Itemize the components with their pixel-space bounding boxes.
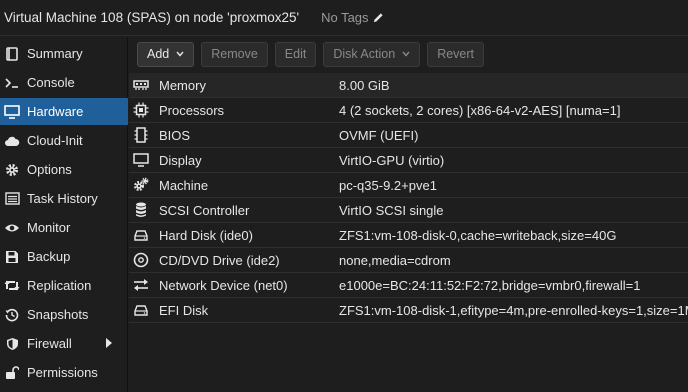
chevron-down-icon	[402, 50, 410, 58]
desktop-icon	[132, 151, 150, 169]
hardware-value: pc-q35-9.2+pve1	[339, 177, 437, 193]
hardware-name: Processors	[159, 102, 225, 118]
hdd-icon	[132, 226, 150, 244]
shield-icon	[3, 335, 21, 353]
database-icon	[132, 201, 150, 219]
hdd-icon	[132, 301, 150, 319]
tags-label: No Tags	[321, 10, 369, 25]
sidebar-item-snapshots[interactable]: Snapshots	[0, 301, 128, 328]
sidebar-item-label: Backup	[27, 249, 71, 264]
hardware-name: EFI Disk	[159, 302, 209, 318]
sidebar-item-firewall[interactable]: Firewall	[0, 330, 128, 357]
hardware-row-scsi-controller[interactable]: SCSI Controller VirtIO SCSI single	[129, 198, 688, 223]
title-bar: Virtual Machine 108 (SPAS) on node 'prox…	[0, 0, 688, 36]
sidebar-item-label: Options	[27, 162, 72, 177]
hardware-value: VirtIO-GPU (virtio)	[339, 152, 445, 168]
hardware-name: CD/DVD Drive (ide2)	[159, 252, 280, 268]
hardware-name: Memory	[159, 77, 206, 93]
chevron-down-icon	[176, 50, 184, 58]
hardware-row-processors[interactable]: Processors 4 (2 sockets, 2 cores) [x86-6…	[129, 98, 688, 123]
sidebar-item-label: Replication	[27, 278, 92, 293]
memory-icon	[132, 76, 150, 94]
hardware-row-hard-disk[interactable]: Hard Disk (ide0) ZFS1:vm-108-disk-0,cach…	[129, 223, 688, 248]
revert-button[interactable]: Revert	[427, 41, 485, 67]
hardware-row-bios[interactable]: BIOS OVMF (UEFI)	[129, 123, 688, 148]
sidebar-item-label: Task History	[27, 191, 98, 206]
hardware-row-display[interactable]: Display VirtIO-GPU (virtio)	[129, 148, 688, 173]
sidebar-item-summary[interactable]: Summary	[0, 40, 128, 67]
disk-action-button[interactable]: Disk Action	[323, 41, 421, 67]
book-icon	[3, 45, 21, 63]
edit-button[interactable]: Edit	[274, 41, 317, 67]
edit-button-label: Edit	[284, 47, 307, 61]
pencil-icon[interactable]	[373, 12, 384, 23]
sidebar-item-label: Summary	[27, 46, 83, 61]
hardware-row-efi-disk[interactable]: EFI Disk ZFS1:vm-108-disk-1,efitype=4m,p…	[129, 298, 688, 323]
toolbar: Add Remove Edit Disk Action Revert	[129, 37, 688, 71]
disk-action-button-label: Disk Action	[333, 47, 396, 61]
sidebar-item-label: Permissions	[27, 365, 98, 380]
cloud-icon	[3, 132, 21, 150]
list-icon	[3, 190, 21, 208]
hardware-row-network-device[interactable]: Network Device (net0) e1000e=BC:24:11:52…	[129, 273, 688, 298]
revert-button-label: Revert	[437, 47, 475, 61]
sidebar-item-options[interactable]: Options	[0, 156, 128, 183]
monitor-icon	[3, 103, 21, 121]
hardware-name: SCSI Controller	[159, 202, 250, 218]
floppy-icon	[3, 248, 21, 266]
remove-button[interactable]: Remove	[201, 41, 268, 67]
cdrom-icon	[132, 251, 150, 269]
cogs-icon	[132, 176, 150, 194]
history-icon	[3, 306, 21, 324]
hardware-value: OVMF (UEFI)	[339, 127, 419, 143]
hardware-name: Network Device (net0)	[159, 277, 288, 293]
sidebar-item-cloud-init[interactable]: Cloud-Init	[0, 127, 128, 154]
sidebar-item-backup[interactable]: Backup	[0, 243, 128, 270]
sidebar-item-hardware[interactable]: Hardware	[0, 98, 128, 125]
hardware-grid: Memory 8.00 GiB Processors 4 (2 sockets,…	[129, 73, 688, 392]
expand-arrow-icon[interactable]	[106, 338, 112, 348]
gear-icon	[3, 161, 21, 179]
hardware-value: e1000e=BC:24:11:52:F2:72,bridge=vmbr0,fi…	[339, 277, 641, 293]
page-title: Virtual Machine 108 (SPAS) on node 'prox…	[4, 10, 300, 25]
sidebar-item-replication[interactable]: Replication	[0, 272, 128, 299]
hardware-row-machine[interactable]: Machine pc-q35-9.2+pve1	[129, 173, 688, 198]
sidebar-item-permissions[interactable]: Permissions	[0, 359, 128, 386]
hardware-name: BIOS	[159, 127, 191, 143]
unlock-icon	[3, 364, 21, 382]
hardware-name: Display	[159, 152, 202, 168]
add-button-label: Add	[147, 47, 170, 61]
hardware-name: Machine	[159, 177, 209, 193]
add-button[interactable]: Add	[137, 41, 195, 67]
eye-icon	[3, 219, 21, 237]
exchange-icon	[132, 276, 150, 294]
hardware-value: 8.00 GiB	[339, 77, 390, 93]
sidebar-item-label: Console	[27, 75, 75, 90]
hardware-value: 4 (2 sockets, 2 cores) [x86-64-v2-AES] […	[339, 102, 621, 118]
retweet-icon	[3, 277, 21, 295]
sidebar-item-label: Firewall	[27, 336, 72, 351]
sidebar-item-task-history[interactable]: Task History	[0, 185, 128, 212]
sidebar-item-label: Hardware	[27, 104, 84, 119]
tags-editor[interactable]: No Tags	[321, 10, 383, 25]
sidebar-item-console[interactable]: Console	[0, 69, 128, 96]
hardware-value: none,media=cdrom	[339, 252, 451, 268]
cpu-icon	[132, 101, 150, 119]
hardware-row-cdrom[interactable]: CD/DVD Drive (ide2) none,media=cdrom	[129, 248, 688, 273]
terminal-icon	[3, 74, 21, 92]
hardware-value: VirtIO SCSI single	[339, 202, 444, 218]
hardware-row-memory[interactable]: Memory 8.00 GiB	[129, 73, 688, 98]
hardware-name: Hard Disk (ide0)	[159, 227, 253, 243]
sidebar-item-label: Cloud-Init	[27, 133, 83, 148]
sidebar-item-label: Snapshots	[27, 307, 89, 322]
hardware-value: ZFS1:vm-108-disk-0,cache=writeback,size=…	[339, 227, 617, 243]
hardware-value: ZFS1:vm-108-disk-1,efitype=4m,pre-enroll…	[339, 302, 688, 318]
microchip-icon	[132, 126, 150, 144]
sidebar-item-monitor[interactable]: Monitor	[0, 214, 128, 241]
remove-button-label: Remove	[211, 47, 258, 61]
sidebar-item-label: Monitor	[27, 220, 71, 235]
sidebar: Summary Console Hardware Cloud-Init Opti…	[0, 37, 128, 392]
